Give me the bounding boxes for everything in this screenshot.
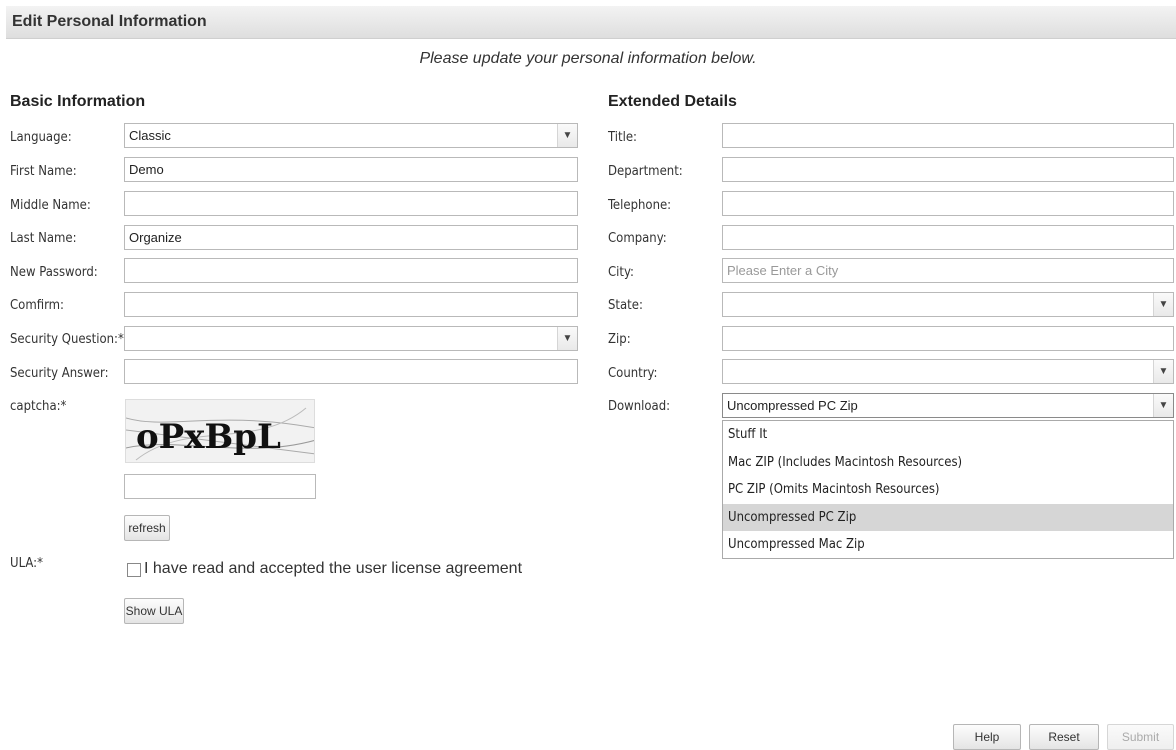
confirm-password-label: Comfirm: (10, 298, 64, 313)
help-button[interactable]: Help (953, 724, 1021, 750)
extended-section-title: Extended Details (608, 93, 737, 110)
state-select[interactable]: ▼ (722, 292, 1174, 317)
middle-name-label: Middle Name: (10, 198, 91, 213)
company-label: Company: (608, 231, 667, 246)
captcha-input[interactable] (124, 474, 316, 499)
city-label: City: (608, 265, 634, 280)
chevron-down-icon: ▼ (1153, 360, 1173, 383)
download-option[interactable]: PC ZIP (Omits Macintosh Resources) (723, 476, 1173, 504)
ula-checkbox-label[interactable]: I have read and accepted the user licens… (144, 560, 522, 578)
department-label: Department: (608, 164, 683, 179)
ula-checkbox[interactable] (127, 563, 141, 577)
confirm-password-input[interactable] (124, 292, 578, 317)
state-label: State: (608, 298, 643, 313)
chevron-down-icon: ▼ (557, 327, 577, 350)
language-select[interactable]: Classic ▼ (124, 123, 578, 148)
new-password-input[interactable] (124, 258, 578, 283)
country-label: Country: (608, 366, 658, 381)
captcha-label: captcha:* (10, 399, 67, 414)
download-select[interactable]: Uncompressed PC Zip ▼ (722, 393, 1174, 418)
new-password-label: New Password: (10, 265, 98, 280)
zip-input[interactable] (722, 326, 1174, 351)
last-name-label: Last Name: (10, 231, 77, 246)
reset-button[interactable]: Reset (1029, 724, 1099, 750)
download-label: Download: (608, 399, 671, 414)
captcha-refresh-button[interactable]: refresh (124, 515, 170, 541)
chevron-down-icon: ▼ (1153, 394, 1173, 417)
page-title: Edit Personal Information (12, 13, 207, 30)
page-header: Edit Personal Information (6, 6, 1176, 39)
first-name-label: First Name: (10, 164, 77, 179)
telephone-input[interactable] (722, 191, 1174, 216)
city-input[interactable]: Please Enter a City (722, 258, 1174, 283)
download-option-selected[interactable]: Uncompressed PC Zip (723, 503, 1173, 531)
submit-button[interactable]: Submit (1107, 724, 1174, 750)
last-name-input[interactable]: Organize (124, 225, 578, 250)
zip-label: Zip: (608, 332, 631, 347)
security-answer-input[interactable] (124, 359, 578, 384)
company-input[interactable] (722, 225, 1174, 250)
security-answer-label: Security Answer: (10, 366, 109, 381)
show-ula-button[interactable]: Show ULA (124, 598, 184, 624)
first-name-input[interactable]: Demo (124, 157, 578, 182)
country-select[interactable]: ▼ (722, 359, 1174, 384)
captcha-image: oPxBpL (125, 399, 315, 463)
title-input[interactable] (722, 123, 1174, 148)
download-value: Uncompressed PC Zip (727, 398, 858, 413)
ula-label: ULA:* (10, 556, 43, 571)
middle-name-input[interactable] (124, 191, 578, 216)
department-input[interactable] (722, 157, 1174, 182)
download-options-list: Stuff It Mac ZIP (Includes Macintosh Res… (722, 420, 1174, 559)
language-value: Classic (129, 128, 171, 143)
chevron-down-icon: ▼ (1153, 293, 1173, 316)
download-option[interactable]: Uncompressed Mac Zip (723, 531, 1173, 559)
telephone-label: Telephone: (608, 198, 672, 213)
page-subtitle: Please update your personal information … (419, 50, 757, 67)
language-label: Language: (10, 130, 72, 145)
basic-section-title: Basic Information (10, 93, 146, 110)
download-option[interactable]: Stuff It (723, 421, 1173, 449)
security-question-select[interactable]: ▼ (124, 326, 578, 351)
title-label: Title: (608, 130, 637, 145)
download-option[interactable]: Mac ZIP (Includes Macintosh Resources) (723, 449, 1173, 477)
captcha-text: oPxBpL (136, 417, 281, 457)
security-question-label: Security Question:* (10, 332, 124, 347)
chevron-down-icon: ▼ (557, 124, 577, 147)
